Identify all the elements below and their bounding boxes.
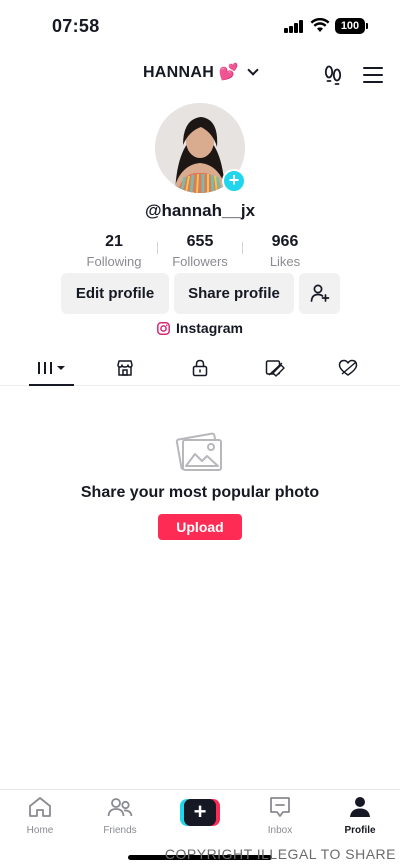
stat-label: Followers: [172, 254, 228, 269]
lock-icon: [192, 359, 208, 377]
grid-icon: [38, 362, 65, 374]
tab-private[interactable]: [170, 350, 230, 386]
watermark: COPYRIGHT ILLEGAL TO SHARE: [164, 846, 396, 862]
nav-profile[interactable]: Profile: [330, 796, 390, 836]
plus-icon: +: [184, 799, 216, 826]
instagram-icon: [157, 321, 170, 335]
tab-reposts[interactable]: [245, 350, 305, 386]
battery-tip: [366, 23, 368, 29]
tab-liked[interactable]: [318, 350, 378, 386]
content-tabs: [0, 350, 400, 386]
chevron-down-icon: [247, 64, 259, 76]
stat-value: 655: [186, 233, 214, 250]
inbox-icon: [270, 797, 290, 817]
stat-value: 966: [271, 233, 299, 250]
stat-following[interactable]: 21 Following: [69, 233, 159, 269]
friends-icon: [107, 798, 133, 817]
active-tab-indicator: [29, 384, 74, 386]
profile-stats: 21 Following 655 Followers 966 Likes: [0, 233, 400, 273]
photo-icon: [175, 432, 222, 471]
upload-button[interactable]: Upload: [158, 514, 242, 540]
menu-icon[interactable]: [363, 67, 383, 83]
add-friend-button[interactable]: [299, 273, 340, 314]
signal-icon: [284, 20, 304, 33]
stat-followers[interactable]: 655 Followers: [155, 233, 245, 269]
instagram-link[interactable]: Instagram: [0, 320, 400, 338]
liked-icon: [338, 359, 358, 376]
shop-icon: [117, 360, 133, 376]
nav-label: Friends: [103, 825, 137, 836]
empty-state-title: Share your most popular photo: [80, 484, 320, 501]
instagram-label: Instagram: [176, 320, 243, 336]
tab-shop[interactable]: [95, 350, 155, 386]
username: @hannah__jx: [144, 201, 256, 220]
profile-icon: [350, 797, 370, 817]
repost-icon: [265, 360, 285, 377]
account-name: HANNAH 💕: [142, 64, 240, 81]
nav-home[interactable]: Home: [10, 796, 70, 836]
home-icon: [29, 797, 51, 817]
nav-label: Profile: [344, 825, 376, 836]
nav-inbox[interactable]: Inbox: [250, 796, 310, 836]
wifi-icon: [310, 18, 330, 32]
edit-profile-button[interactable]: Edit profile: [61, 273, 169, 314]
battery-icon: 100: [335, 18, 365, 34]
nav-friends[interactable]: Friends: [90, 796, 150, 836]
status-bar: 07:58 100: [0, 0, 400, 52]
tab-videos[interactable]: [22, 350, 82, 386]
add-avatar-button[interactable]: +: [222, 169, 246, 193]
nav-label: Home: [26, 825, 54, 836]
share-profile-button[interactable]: Share profile: [174, 273, 294, 314]
add-user-icon: [310, 284, 329, 302]
stat-label: Likes: [269, 254, 301, 269]
stat-value: 21: [105, 233, 123, 250]
footprint-icon[interactable]: [322, 64, 344, 86]
bottom-nav: Home Friends + Inbox Profile: [0, 789, 400, 844]
stat-label: Following: [86, 254, 142, 269]
status-time: 07:58: [52, 16, 100, 36]
create-button[interactable]: +: [180, 799, 220, 826]
nav-label: Inbox: [267, 825, 293, 836]
stat-likes[interactable]: 966 Likes: [240, 233, 330, 269]
